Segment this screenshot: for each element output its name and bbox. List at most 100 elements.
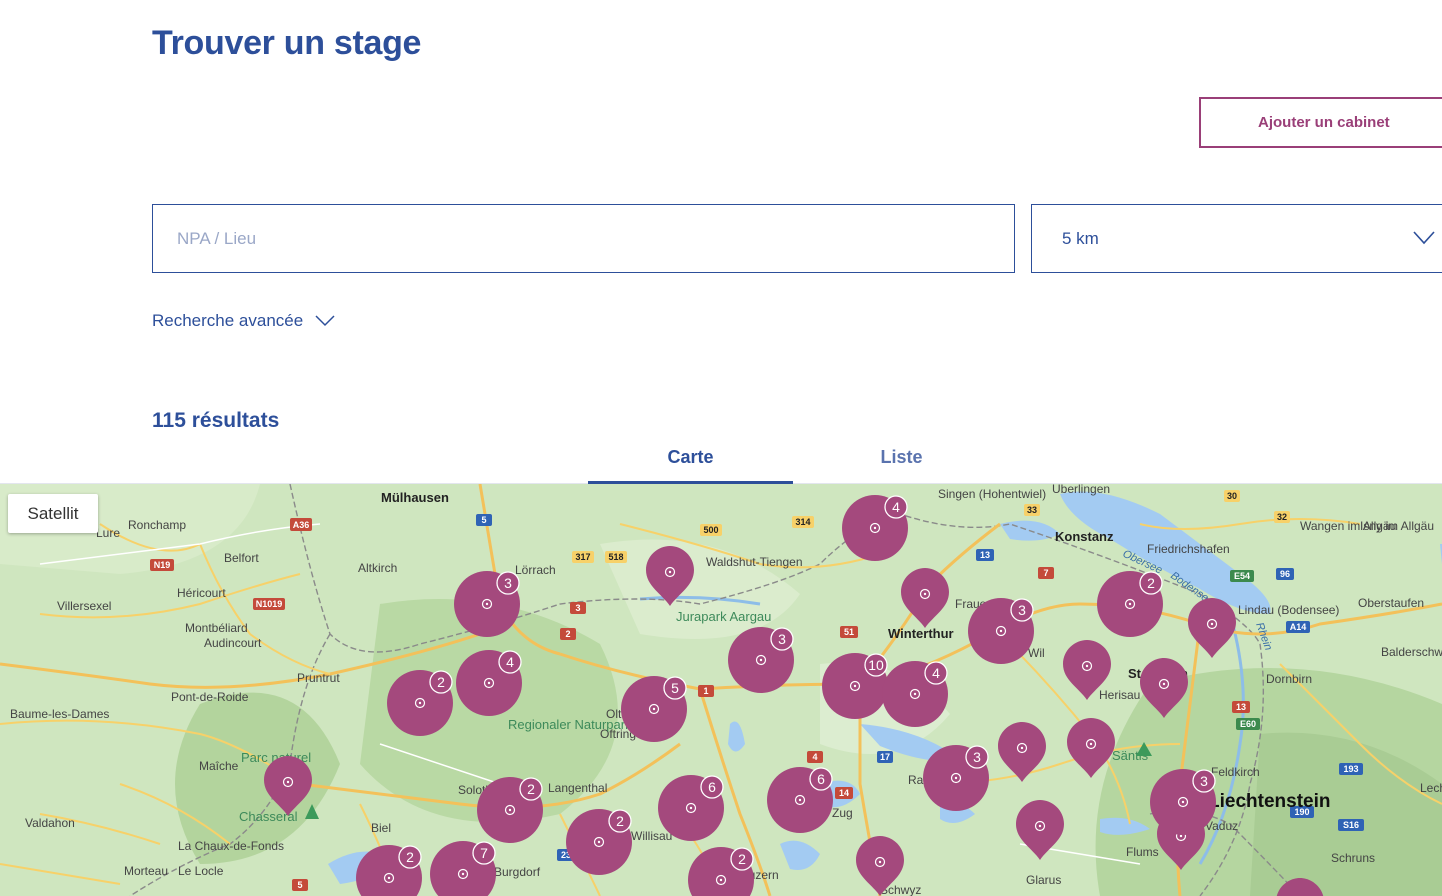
svg-text:Audincourt: Audincourt	[204, 636, 262, 650]
svg-text:5: 5	[297, 880, 302, 890]
svg-text:3: 3	[575, 603, 580, 613]
svg-text:Friedrichshafen: Friedrichshafen	[1147, 542, 1230, 556]
svg-text:S16: S16	[1343, 820, 1359, 830]
svg-text:3: 3	[504, 575, 512, 591]
svg-text:7: 7	[1043, 568, 1048, 578]
svg-text:Schruns: Schruns	[1331, 851, 1375, 865]
view-tabs: Carte Liste	[0, 438, 1442, 484]
svg-text:10: 10	[868, 657, 884, 673]
svg-text:2: 2	[437, 674, 445, 690]
map-cluster[interactable]: 4	[842, 495, 908, 561]
map-cluster[interactable]: 2	[566, 809, 632, 875]
svg-text:Lech: Lech	[1420, 781, 1442, 795]
svg-text:La Chaux-de-Fonds: La Chaux-de-Fonds	[178, 839, 284, 853]
map-cluster[interactable]: 3	[923, 745, 989, 811]
tab-liste[interactable]: Liste	[799, 438, 1004, 484]
svg-text:5: 5	[481, 515, 486, 525]
svg-text:Jurapark Aargau: Jurapark Aargau	[676, 609, 771, 624]
svg-text:4: 4	[812, 752, 817, 762]
svg-text:Lindau (Bodensee): Lindau (Bodensee)	[1238, 603, 1339, 617]
map-cluster[interactable]: 3	[728, 627, 794, 693]
svg-text:E60: E60	[1240, 719, 1256, 729]
add-cabinet-button[interactable]: Ajouter un cabinet	[1199, 97, 1442, 148]
svg-text:E54: E54	[1234, 571, 1250, 581]
page-title: Trouver un stage	[152, 24, 422, 62]
svg-text:Isny im Allgäu: Isny im Allgäu	[1360, 519, 1434, 533]
npa-location-input[interactable]	[152, 204, 1015, 273]
svg-text:3: 3	[778, 631, 786, 647]
map-cluster[interactable]: 2	[387, 670, 453, 736]
svg-text:17: 17	[880, 752, 890, 762]
svg-text:2: 2	[738, 851, 746, 867]
svg-text:13: 13	[980, 550, 990, 560]
svg-text:Biel: Biel	[371, 821, 391, 835]
svg-text:518: 518	[608, 552, 623, 562]
svg-text:Singen (Hohentwiel): Singen (Hohentwiel)	[938, 487, 1046, 501]
map-cluster[interactable]: 5	[621, 676, 687, 742]
map-cluster[interactable]: 4	[882, 661, 948, 727]
svg-text:Liechtenstein: Liechtenstein	[1208, 791, 1330, 812]
svg-text:6: 6	[708, 779, 716, 795]
svg-text:Baume-les-Dames: Baume-les-Dames	[10, 707, 109, 721]
svg-text:Langenthal: Langenthal	[548, 781, 607, 795]
svg-text:Valdahon: Valdahon	[25, 816, 75, 830]
map-cluster[interactable]: 2	[477, 777, 543, 843]
svg-text:Ronchamp: Ronchamp	[128, 518, 186, 532]
svg-text:2: 2	[527, 781, 535, 797]
svg-text:Willisau: Willisau	[631, 829, 672, 843]
svg-text:Héricourt: Héricourt	[177, 586, 226, 600]
svg-text:Glarus: Glarus	[1026, 873, 1061, 887]
svg-text:Feldkirch: Feldkirch	[1211, 765, 1260, 779]
chevron-down-icon	[1413, 231, 1435, 245]
svg-text:317: 317	[575, 552, 590, 562]
svg-text:Lure: Lure	[96, 526, 120, 540]
svg-text:Mülhausen: Mülhausen	[381, 490, 449, 505]
svg-text:Burgdorf: Burgdorf	[494, 865, 541, 879]
svg-text:N19: N19	[154, 560, 171, 570]
svg-text:30: 30	[1227, 491, 1237, 501]
svg-text:6: 6	[817, 771, 825, 787]
svg-text:2: 2	[406, 849, 414, 865]
svg-text:Winterthur: Winterthur	[888, 626, 954, 641]
svg-text:Maîche: Maîche	[199, 759, 239, 773]
svg-text:Waldshut-Tiengen: Waldshut-Tiengen	[706, 555, 803, 569]
svg-text:Herisau: Herisau	[1099, 688, 1140, 702]
svg-text:32: 32	[1277, 512, 1287, 522]
map-cluster[interactable]: 3	[968, 598, 1034, 664]
map-cluster[interactable]: 3	[454, 571, 520, 637]
satellite-toggle-button[interactable]: Satellit	[8, 494, 98, 533]
svg-text:Montbéliard: Montbéliard	[185, 621, 248, 635]
svg-text:Überlingen: Überlingen	[1052, 484, 1110, 496]
svg-text:4: 4	[892, 499, 900, 515]
svg-text:Belfort: Belfort	[224, 551, 259, 565]
map-cluster[interactable]: 6	[767, 767, 833, 833]
svg-text:Konstanz: Konstanz	[1055, 529, 1114, 544]
results-count: 115 résultats	[152, 409, 280, 432]
svg-text:51: 51	[844, 627, 854, 637]
svg-text:3: 3	[1200, 773, 1208, 789]
svg-text:A36: A36	[293, 520, 310, 530]
svg-text:3: 3	[1018, 602, 1026, 618]
svg-text:4: 4	[932, 665, 940, 681]
svg-text:14: 14	[839, 788, 849, 798]
svg-text:314: 314	[795, 517, 810, 527]
advanced-search-toggle[interactable]: Recherche avancée	[152, 311, 335, 331]
svg-text:3: 3	[973, 749, 981, 765]
radius-selected-value: 5 km	[1062, 229, 1099, 248]
svg-text:1: 1	[703, 686, 708, 696]
radius-select[interactable]: 5 km	[1031, 204, 1442, 273]
svg-text:N1019: N1019	[256, 599, 283, 609]
map-view[interactable]: Satellit A36 N19 N1019 5 317 518 500 314…	[0, 484, 1442, 896]
map-cluster[interactable]: 6	[658, 775, 724, 841]
svg-text:4: 4	[506, 654, 514, 670]
svg-text:33: 33	[1027, 505, 1037, 515]
tab-carte[interactable]: Carte	[588, 438, 793, 484]
map-cluster[interactable]: 3	[1150, 769, 1216, 835]
svg-text:A14: A14	[1290, 622, 1307, 632]
map-cluster[interactable]: 2	[1097, 571, 1163, 637]
svg-text:Wil: Wil	[1028, 646, 1045, 660]
svg-text:Zug: Zug	[832, 806, 853, 820]
advanced-search-label: Recherche avancée	[152, 311, 304, 330]
map-cluster[interactable]: 4	[456, 650, 522, 716]
map-cluster[interactable]: 10	[822, 653, 888, 719]
